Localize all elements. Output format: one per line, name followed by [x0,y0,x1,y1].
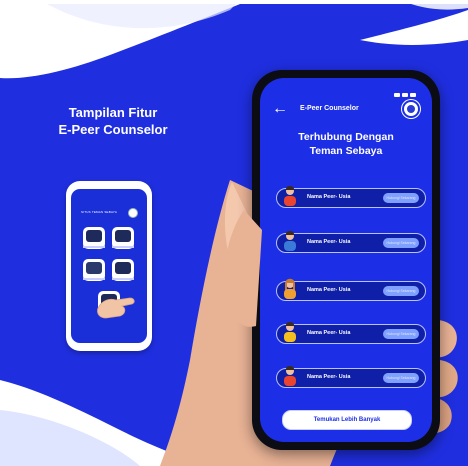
contact-button[interactable]: Hubungi Sekarang [383,238,419,248]
promo-canvas: Tampilan Fitur E-Peer Counselor SITUS TE… [0,0,468,466]
pointing-finger-icon [97,297,135,319]
peer-name: Nama Peer- Usia [307,287,351,293]
feature-title-line2: E-Peer Counselor [58,122,168,137]
page-heading-line1: Terhubung Dengan [298,131,394,143]
person-avatar-icon [284,186,296,206]
status-bar [392,84,422,97]
peer-name: Nama Peer- Usia [307,374,351,380]
small-phone-header: SITUS TEMAN SEBAYA [77,207,141,218]
peer-name: Nama Peer- Usia [307,330,351,336]
person-avatar-icon [284,231,296,251]
big-phone-mockup: ← E-Peer Counselor Terhubung Dengan Tema… [252,70,440,450]
peer-card[interactable]: Nama Peer- Usia Hubungi Sekarang [276,278,426,301]
peer-name: Nama Peer- Usia [307,194,351,200]
small-phone-mockup: SITUS TEMAN SEBAYA [66,181,152,351]
menu-tile-3[interactable] [83,259,105,281]
small-logo-icon [128,208,138,218]
page-heading-line2: Teman Sebaya [309,145,383,157]
app-title: E-Peer Counselor [300,105,359,112]
peer-card[interactable]: Nama Peer- Usia Hubungi Sekarang [276,366,426,388]
contact-button[interactable]: Hubungi Sekarang [383,373,419,383]
page-heading: Terhubung Dengan Teman Sebaya [260,130,432,158]
menu-tile-2[interactable] [112,227,134,249]
peer-card[interactable]: Nama Peer- Usia Hubungi Sekarang [276,186,426,208]
contact-button[interactable]: Hubungi Sekarang [383,286,419,296]
menu-tile-1[interactable] [83,227,105,249]
person-avatar-icon [284,278,296,299]
person-avatar-icon [284,366,296,386]
find-more-button[interactable]: Temukan Lebih Banyak [282,410,412,430]
peer-card[interactable]: Nama Peer- Usia Hubungi Sekarang [276,322,426,344]
app-screen: ← E-Peer Counselor Terhubung Dengan Tema… [260,78,432,442]
small-phone-header-text: SITUS TEMAN SEBAYA [81,210,118,214]
top-border [0,0,468,4]
feature-title: Tampilan Fitur E-Peer Counselor [38,104,188,138]
app-logo-icon [402,100,420,118]
person-avatar-icon [284,322,296,342]
peer-card[interactable]: Nama Peer- Usia Hubungi Sekarang [276,231,426,253]
feature-title-line1: Tampilan Fitur [68,105,158,120]
peer-name: Nama Peer- Usia [307,239,351,245]
arrow-left-icon[interactable]: ← [272,101,290,117]
contact-button[interactable]: Hubungi Sekarang [383,193,419,203]
menu-tile-4[interactable] [112,259,134,281]
contact-button[interactable]: Hubungi Sekarang [383,329,419,339]
